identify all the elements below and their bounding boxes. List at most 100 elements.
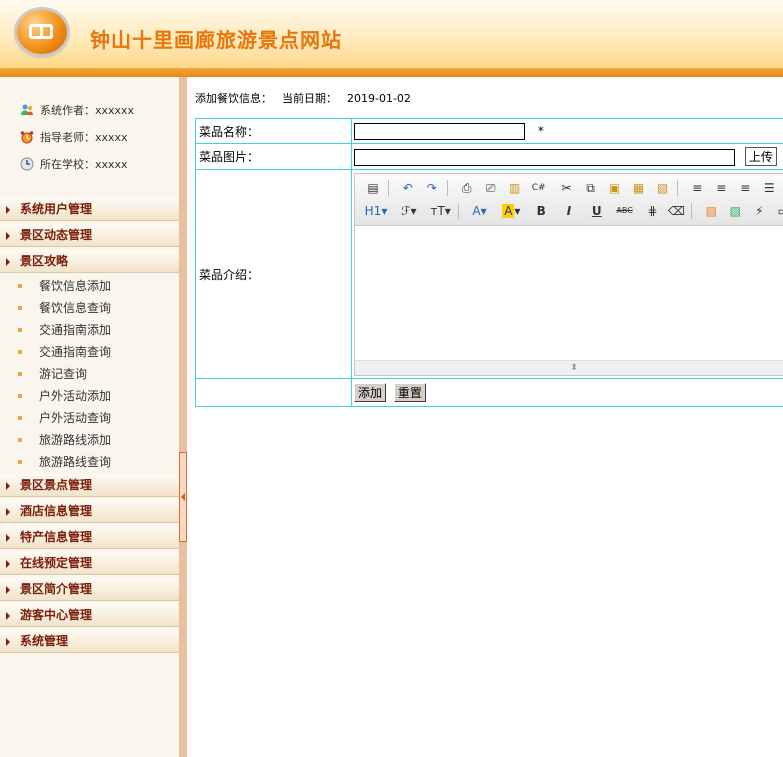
- sidebar-collapse-toggle[interactable]: [179, 452, 187, 542]
- submit-button[interactable]: 添加: [354, 383, 387, 402]
- preview-icon[interactable]: ⎙: [458, 179, 476, 197]
- sidebar-item-query-travelogue[interactable]: 游记查询: [0, 363, 179, 385]
- eraser-icon[interactable]: ⌫: [667, 202, 685, 220]
- logo-mark-icon: [29, 24, 53, 39]
- menu-system-users[interactable]: 系统用户管理: [0, 198, 179, 221]
- bullet-icon: [18, 350, 22, 354]
- underline-icon[interactable]: U: [588, 202, 606, 220]
- align-left-icon[interactable]: ≡: [688, 179, 706, 197]
- bullet-icon: [18, 284, 22, 288]
- sidebar-item-label: 交通指南查询: [39, 345, 112, 359]
- editor-content-area[interactable]: [355, 225, 783, 361]
- bullet-icon: [18, 460, 22, 464]
- code-icon[interactable]: C#: [530, 179, 548, 197]
- flash-icon[interactable]: ⚡: [750, 202, 768, 220]
- cut-icon[interactable]: ✂: [557, 179, 575, 197]
- bullet-icon: [18, 372, 22, 376]
- dish-name-input[interactable]: [354, 122, 525, 140]
- font-color-icon[interactable]: A▾: [468, 202, 490, 220]
- align-right-icon[interactable]: ≡: [736, 179, 754, 197]
- sidebar-item-add-traffic[interactable]: 交通指南添加: [0, 319, 179, 341]
- strikethrough-icon[interactable]: ABC: [616, 202, 634, 220]
- toolbar-separator: [388, 179, 389, 196]
- font-family-icon[interactable]: ℱ▾: [398, 202, 420, 220]
- site-title: 钟山十里画廊旅游景点网站: [90, 28, 342, 52]
- rich-text-editor: ▤ ↶↷ ⎙⎚▥C# ✂⧉▣▦▧ ≡≡≡☰⁝ H1▾ ℱ▾ тT▾ A▾ A▾ …: [354, 172, 783, 376]
- menu-scenic-intro[interactable]: 景区简介管理: [0, 578, 179, 601]
- menu-specialties[interactable]: 特产信息管理: [0, 526, 179, 549]
- highlight-icon[interactable]: A ▾: [500, 202, 522, 220]
- print-icon[interactable]: ⎚: [482, 179, 500, 197]
- sidebar-item-label: 交通指南添加: [39, 323, 112, 337]
- sidebar-edge: [179, 77, 187, 757]
- sidebar-item-add-outdoor[interactable]: 户外活动添加: [0, 385, 179, 407]
- menu-travel-guide[interactable]: 景区攻略: [0, 250, 179, 273]
- menu-label: 酒店信息管理: [20, 504, 93, 518]
- sidebar-item-add-food[interactable]: 餐饮信息添加: [0, 275, 179, 297]
- editor-toolbar: ▤ ↶↷ ⎙⎚▥C# ✂⧉▣▦▧ ≡≡≡☰⁝ H1▾ ℱ▾ тT▾ A▾ A▾ …: [355, 173, 783, 226]
- editor-resize-handle[interactable]: ⬍: [355, 359, 783, 375]
- undo-icon[interactable]: ↶: [399, 179, 417, 197]
- menu-arrow-icon: [6, 232, 10, 240]
- bold-icon[interactable]: B: [532, 202, 550, 220]
- image-cell: 上传: [351, 143, 783, 170]
- sidebar-item-query-route[interactable]: 旅游路线查询: [0, 451, 179, 473]
- justify-icon[interactable]: ☰: [760, 179, 778, 197]
- sidebar-item-add-route[interactable]: 旅游路线添加: [0, 429, 179, 451]
- source-icon[interactable]: ▤: [364, 179, 382, 197]
- form-row-intro: 菜品介绍： ▤ ↶↷ ⎙⎚▥C# ✂⧉▣▦▧ ≡≡≡☰⁝ H1▾ ℱ▾ тT▾: [195, 169, 783, 379]
- form-row-image: 菜品图片： 上传: [195, 143, 783, 170]
- bullet-icon: [18, 306, 22, 310]
- font-size-icon[interactable]: тT▾: [430, 202, 452, 220]
- paste-icon[interactable]: ▣: [605, 179, 623, 197]
- menu-scenic-spots[interactable]: 景区景点管理: [0, 474, 179, 497]
- menu-arrow-icon: [6, 206, 10, 214]
- paste-word-icon[interactable]: ▧: [653, 179, 671, 197]
- empty-cell: [195, 378, 352, 407]
- site-header: 钟山十里画廊旅游景点网站: [0, 0, 783, 77]
- school-info: 所在学校：xxxxx: [20, 156, 128, 172]
- strike-text: ABC: [616, 205, 633, 215]
- template-icon[interactable]: ▥: [506, 179, 524, 197]
- menu-online-booking[interactable]: 在线预定管理: [0, 552, 179, 575]
- menu-label: 系统管理: [20, 634, 69, 648]
- paste-text-icon[interactable]: ▦: [629, 179, 647, 197]
- menu-label: 景区景点管理: [20, 478, 93, 492]
- menu-system[interactable]: 系统管理: [0, 630, 179, 653]
- actions-cell: 添加 重置: [351, 378, 783, 407]
- image-icon[interactable]: ▨: [702, 202, 720, 220]
- menu-label: 景区动态管理: [20, 228, 93, 242]
- media-icon[interactable]: ▭: [774, 202, 783, 220]
- sidebar-item-label: 餐饮信息查询: [39, 301, 112, 315]
- menu-label: 景区简介管理: [20, 582, 93, 596]
- sidebar-item-label: 户外活动查询: [39, 411, 112, 425]
- copy-icon[interactable]: ⧉: [581, 179, 599, 197]
- upload-button[interactable]: 上传: [744, 147, 777, 166]
- italic-icon[interactable]: I: [560, 202, 578, 220]
- bold-text: B: [536, 203, 546, 218]
- sidebar-item-query-food[interactable]: 餐饮信息查询: [0, 297, 179, 319]
- school-label: 所在学校：xxxxx: [40, 158, 128, 171]
- multi-image-icon[interactable]: ▨: [726, 202, 744, 220]
- menu-label: 在线预定管理: [20, 556, 93, 570]
- toolbar-row-1: ▤ ↶↷ ⎙⎚▥C# ✂⧉▣▦▧ ≡≡≡☰⁝: [361, 177, 783, 199]
- line-height-icon[interactable]: ⋕: [643, 202, 661, 220]
- collapse-arrow-icon: [181, 493, 185, 501]
- menu-visitor-center[interactable]: 游客中心管理: [0, 604, 179, 627]
- redo-icon[interactable]: ↷: [423, 179, 441, 197]
- sidebar-item-label: 游记查询: [39, 367, 88, 381]
- menu-hotels[interactable]: 酒店信息管理: [0, 500, 179, 523]
- bullet-icon: [18, 438, 22, 442]
- author-label: 系统作者：xxxxxx: [40, 104, 135, 117]
- underline-text: U: [591, 203, 602, 218]
- sidebar-item-query-traffic[interactable]: 交通指南查询: [0, 341, 179, 363]
- sidebar-item-query-outdoor[interactable]: 户外活动查询: [0, 407, 179, 429]
- dish-image-input[interactable]: [354, 148, 735, 166]
- menu-arrow-icon: [6, 482, 10, 490]
- users-icon: [21, 104, 33, 115]
- heading-icon[interactable]: H1▾: [364, 202, 388, 220]
- menu-scenic-news[interactable]: 景区动态管理: [0, 224, 179, 247]
- form-row-actions: 添加 重置: [195, 378, 783, 407]
- reset-button[interactable]: 重置: [393, 383, 426, 402]
- align-center-icon[interactable]: ≡: [712, 179, 730, 197]
